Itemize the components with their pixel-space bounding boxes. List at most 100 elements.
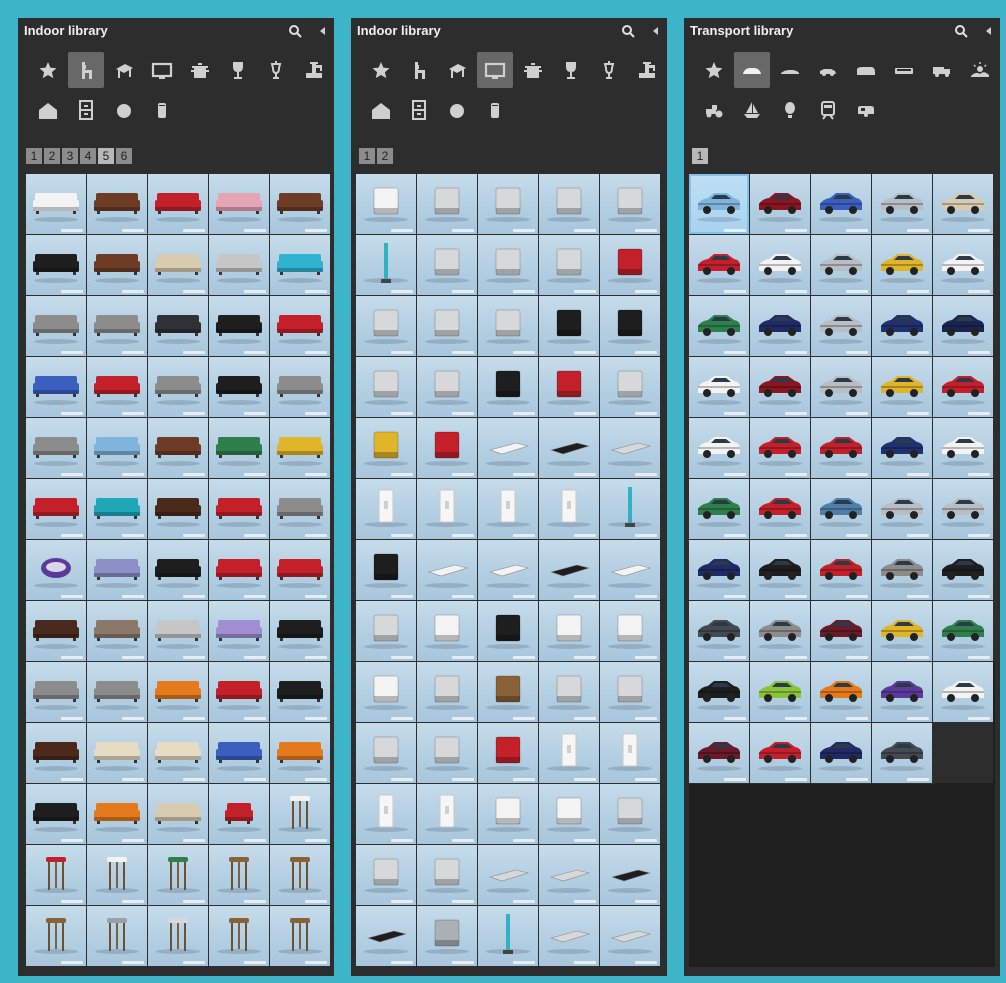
library-item-sofa-brown[interactable]	[87, 235, 147, 295]
category-car-sedan-button[interactable]	[734, 52, 770, 88]
library-item-socket[interactable]	[539, 723, 599, 783]
library-item-router-white[interactable]	[539, 784, 599, 844]
library-item-printer-tower[interactable]	[478, 296, 538, 356]
library-item-car-green-2[interactable]	[689, 479, 749, 539]
library-item-ac-wall-unit[interactable]	[478, 174, 538, 234]
library-item-radiator[interactable]	[600, 174, 660, 234]
category-chair-button[interactable]	[401, 52, 437, 88]
library-item-sofa-orange[interactable]	[148, 662, 208, 722]
library-item-light-switch[interactable]	[417, 479, 477, 539]
library-item-daybed-black[interactable]	[148, 540, 208, 600]
library-item-car-yellow[interactable]	[872, 235, 932, 295]
library-item-sofa-beige[interactable]	[148, 235, 208, 295]
category-tap-button[interactable]	[629, 52, 665, 88]
library-item-sofa-red-long[interactable]	[209, 662, 269, 722]
library-item-sofa-cream[interactable]	[87, 723, 147, 783]
library-item-car-light-blue[interactable]	[689, 174, 749, 234]
library-item-sofa-taupe[interactable]	[87, 601, 147, 661]
library-item-floor-lamp[interactable]	[600, 479, 660, 539]
category-star-button[interactable]	[30, 52, 66, 88]
library-item-car-red-6[interactable]	[811, 540, 871, 600]
library-item-car-red-4[interactable]	[811, 418, 871, 478]
page-5-button[interactable]: 5	[98, 148, 114, 164]
library-item-air-conditioner[interactable]	[417, 174, 477, 234]
library-item-tablet-white-2[interactable]	[600, 540, 660, 600]
library-item-rice-cooker[interactable]	[600, 662, 660, 722]
library-item-car-silver-2[interactable]	[811, 235, 871, 295]
library-item-car-silver[interactable]	[872, 174, 932, 234]
library-item-stool-green-bar[interactable]	[148, 845, 208, 905]
library-item-car-white-small[interactable]	[933, 235, 993, 295]
library-item-stool-wood-x[interactable]	[26, 906, 86, 966]
library-item-sofa-pink[interactable]	[209, 174, 269, 234]
library-item-car-grey[interactable]	[872, 540, 932, 600]
library-item-sofa-black[interactable]	[26, 235, 86, 295]
search-icon[interactable]	[621, 24, 635, 38]
category-ball-button[interactable]	[106, 92, 142, 128]
library-item-car-yellow-2[interactable]	[872, 357, 932, 417]
library-item-car-lime[interactable]	[750, 662, 810, 722]
library-item-car-white-2[interactable]	[689, 357, 749, 417]
library-item-stool-white-round[interactable]	[270, 784, 330, 844]
library-item-sofa-blue-long[interactable]	[26, 357, 86, 417]
library-item-sofa-grey-modular[interactable]	[26, 296, 86, 356]
library-item-car-black[interactable]	[750, 540, 810, 600]
library-item-humidifier[interactable]	[417, 723, 477, 783]
library-item-toaster-red[interactable]	[539, 357, 599, 417]
page-2-button[interactable]: 2	[377, 148, 393, 164]
library-item-stool-wood-cube[interactable]	[209, 845, 269, 905]
library-item-laptop-open[interactable]	[417, 357, 477, 417]
library-item-air-purifier[interactable]	[356, 723, 416, 783]
library-item-monitor[interactable]	[356, 601, 416, 661]
category-cabinet-button[interactable]	[401, 92, 437, 128]
page-1-button[interactable]: 1	[692, 148, 708, 164]
library-item-coffee-machine-white[interactable]	[356, 662, 416, 722]
library-item-printer-white[interactable]	[600, 601, 660, 661]
library-item-light-switch[interactable]	[539, 479, 599, 539]
library-item-imac[interactable]	[356, 296, 416, 356]
category-bus-button[interactable]	[886, 52, 922, 88]
library-item-mouse-white-2[interactable]	[539, 601, 599, 661]
page-4-button[interactable]: 4	[80, 148, 96, 164]
library-item-sofa-grey-classic[interactable]	[270, 357, 330, 417]
library-item-stool-red-bar[interactable]	[26, 845, 86, 905]
library-item-car-red-2[interactable]	[933, 357, 993, 417]
library-item-car-navy-3[interactable]	[811, 723, 871, 783]
category-tap-button[interactable]	[296, 52, 332, 88]
library-item-sofa-green[interactable]	[209, 418, 269, 478]
library-item-sofa-chocolate[interactable]	[26, 601, 86, 661]
library-item-cordless-phone[interactable]	[539, 906, 599, 966]
library-item-car-maroon[interactable]	[811, 601, 871, 661]
library-item-kettle-red[interactable]	[417, 418, 477, 478]
library-item-vacuum-stick[interactable]	[356, 235, 416, 295]
library-item-light-switch[interactable]	[478, 479, 538, 539]
library-item-sofa-red-modern[interactable]	[209, 479, 269, 539]
library-item-car-dark-blue-2[interactable]	[872, 418, 932, 478]
library-item-laptop[interactable]	[417, 296, 477, 356]
library-item-sofa-turquoise-sectional[interactable]	[270, 235, 330, 295]
library-item-box-white[interactable]	[478, 784, 538, 844]
library-item-sofa-teal[interactable]	[87, 479, 147, 539]
library-item-espresso-machine-red[interactable]	[600, 235, 660, 295]
library-item-car-green-3[interactable]	[933, 601, 993, 661]
page-2-button[interactable]: 2	[44, 148, 60, 164]
library-item-projector[interactable]	[417, 662, 477, 722]
collapse-arrow-icon[interactable]	[318, 25, 328, 37]
library-item-car-white-3[interactable]	[689, 418, 749, 478]
library-item-wall-clock[interactable]	[417, 235, 477, 295]
library-item-socket-small[interactable]	[600, 723, 660, 783]
library-item-light-switch[interactable]	[356, 479, 416, 539]
library-item-stool-wood-frame[interactable]	[270, 845, 330, 905]
library-item-sofa-brown-leather[interactable]	[87, 174, 147, 234]
category-cooking-pot-button[interactable]	[182, 52, 218, 88]
library-item-speaker-retro[interactable]	[539, 662, 599, 722]
library-item-sofa-blue[interactable]	[209, 723, 269, 783]
library-item-coffee-grinder[interactable]	[478, 235, 538, 295]
library-item-car-red[interactable]	[689, 235, 749, 295]
library-item-stool-round-post[interactable]	[148, 906, 208, 966]
library-item-sofa-yellow[interactable]	[270, 418, 330, 478]
library-item-sofa-red[interactable]	[148, 174, 208, 234]
library-item-dvd-player-2[interactable]	[417, 845, 477, 905]
library-item-car-silver-3[interactable]	[811, 296, 871, 356]
library-item-sofa-dark-brown[interactable]	[148, 479, 208, 539]
